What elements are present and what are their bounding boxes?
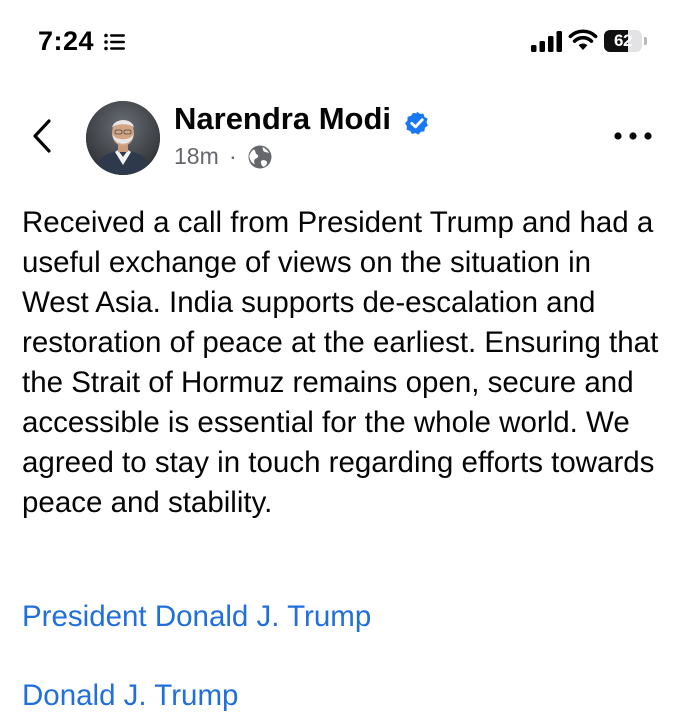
tag-link-donald-j-trump[interactable]: Donald J. Trump <box>22 679 238 713</box>
wifi-icon <box>568 29 598 50</box>
profile-photo <box>86 101 160 175</box>
status-bar: 7:24 62 <box>0 0 677 80</box>
avatar[interactable] <box>86 101 160 175</box>
status-time: 7:24 <box>38 26 95 56</box>
battery-icon: 62 <box>604 30 650 52</box>
battery-body: 62 <box>604 30 642 52</box>
focus-list-icon <box>104 33 125 51</box>
battery-cap <box>644 37 647 45</box>
post-time[interactable]: 18m <box>174 143 219 170</box>
verified-badge-icon <box>405 111 428 135</box>
more-options-button[interactable] <box>612 124 654 148</box>
meta-separator: · <box>229 143 237 169</box>
back-button[interactable] <box>30 118 54 154</box>
cellular-signal-icon <box>531 31 562 52</box>
post-text: Received a call from President Trump and… <box>22 206 659 519</box>
tag-link-president-donald-j-trump[interactable]: President Donald J. Trump <box>22 600 371 634</box>
author-name[interactable]: Narendra Modi <box>174 101 391 137</box>
globe-icon <box>248 145 272 169</box>
battery-level-label: 62 <box>614 31 632 50</box>
